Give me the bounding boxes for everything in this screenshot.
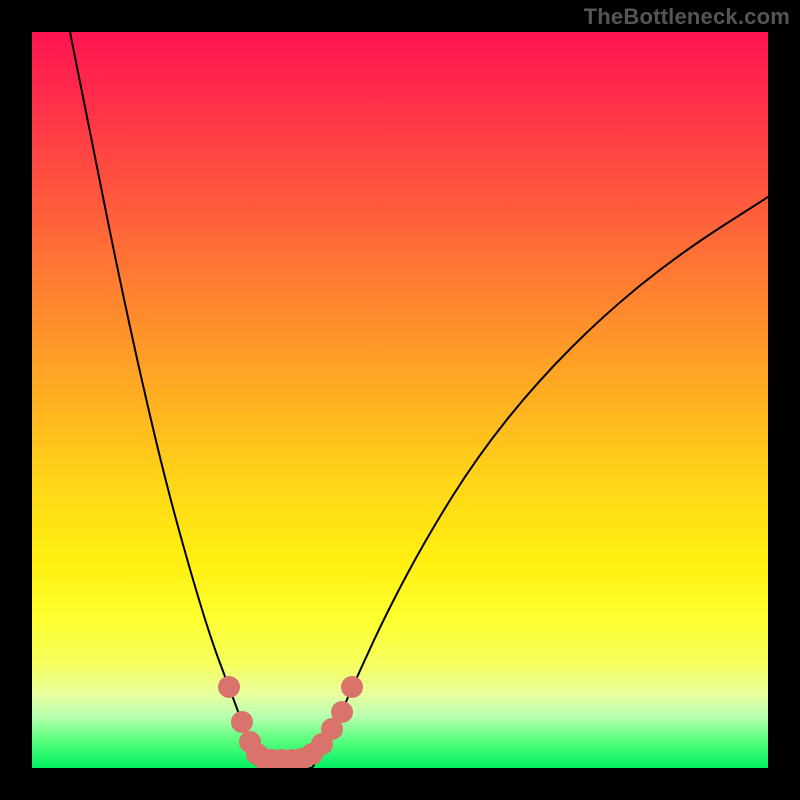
left-curve <box>70 32 262 768</box>
chart-frame: TheBottleneck.com <box>0 0 800 800</box>
right-curve <box>312 197 768 768</box>
marker-dot <box>331 701 353 723</box>
marker-dot <box>341 676 363 698</box>
marker-dot <box>231 711 253 733</box>
plot-area <box>32 32 768 768</box>
marker-dot <box>218 676 240 698</box>
curve-svg <box>32 32 768 768</box>
threshold-markers <box>218 676 363 768</box>
watermark-text: TheBottleneck.com <box>584 4 790 30</box>
